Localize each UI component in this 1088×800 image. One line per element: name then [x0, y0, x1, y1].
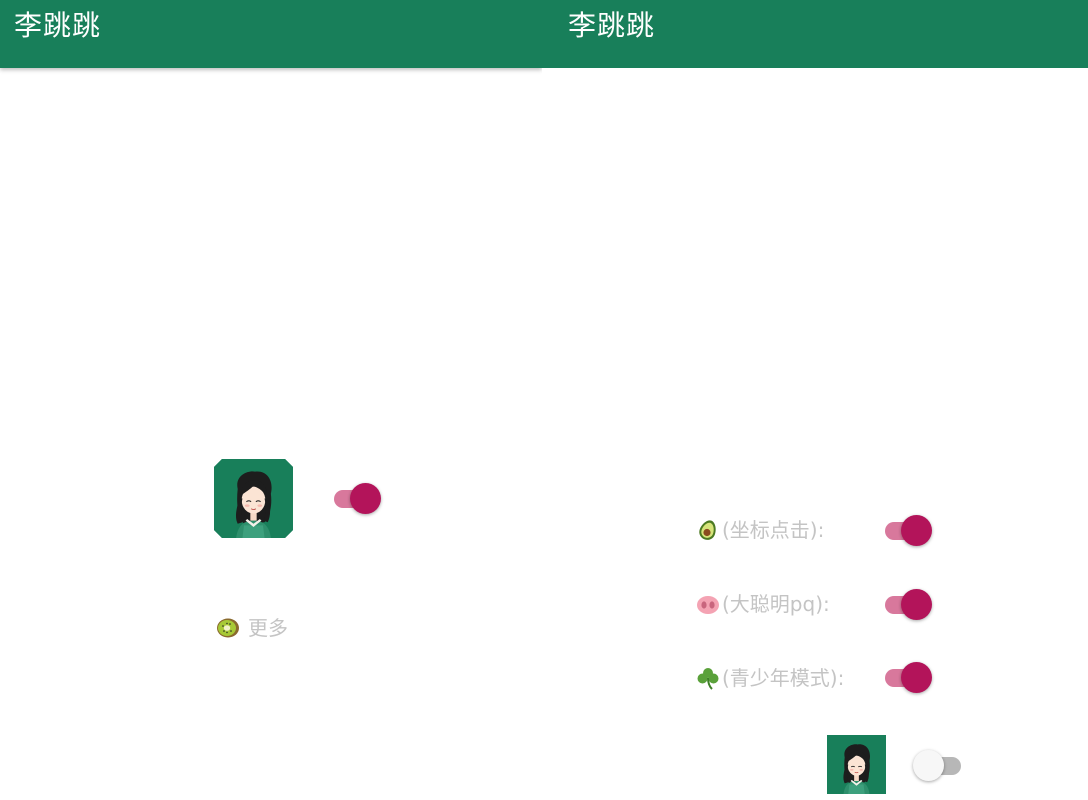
- switch-thumb: [901, 589, 932, 620]
- option-teen-mode-text: (青少年模式):: [722, 666, 845, 690]
- shamrock-icon: [696, 666, 720, 690]
- avatar-toggle-switch[interactable]: [913, 748, 965, 782]
- option-teen-mode-label: (青少年模式):: [696, 664, 844, 692]
- app-title: 李跳跳: [568, 9, 656, 42]
- app-bar: 李跳跳: [542, 0, 1088, 68]
- option-smart-pq-label: (大聪明pq):: [696, 590, 830, 618]
- avocado-icon: [696, 518, 720, 542]
- switch-thumb: [350, 483, 381, 514]
- more-label: 更多: [248, 616, 288, 640]
- option-coordinate-click-text: (坐标点击):: [722, 518, 825, 542]
- option-coordinate-click-label: (坐标点击):: [696, 516, 824, 544]
- pig-nose-icon: [696, 592, 720, 616]
- switch-thumb: [901, 662, 932, 693]
- girl-avatar-icon[interactable]: [214, 459, 293, 538]
- switch-thumb: [913, 750, 944, 781]
- screen-main: 李跳跳 更多: [0, 0, 542, 800]
- main-toggle-switch[interactable]: [332, 481, 384, 515]
- more-link[interactable]: 更多: [216, 614, 288, 642]
- option-smart-pq-text: (大聪明pq):: [722, 592, 830, 616]
- screen-settings: 李跳跳 (坐标点击): (大聪明pq): (青少年模式):: [542, 0, 1088, 800]
- smart-pq-switch[interactable]: [883, 587, 935, 621]
- switch-thumb: [901, 515, 932, 546]
- app-bar: 李跳跳: [0, 0, 542, 68]
- coordinate-click-switch[interactable]: [883, 513, 935, 547]
- teen-mode-switch[interactable]: [883, 660, 935, 694]
- app-title: 李跳跳: [14, 9, 102, 42]
- girl-avatar-icon[interactable]: [827, 735, 886, 794]
- kiwi-icon: [216, 616, 242, 640]
